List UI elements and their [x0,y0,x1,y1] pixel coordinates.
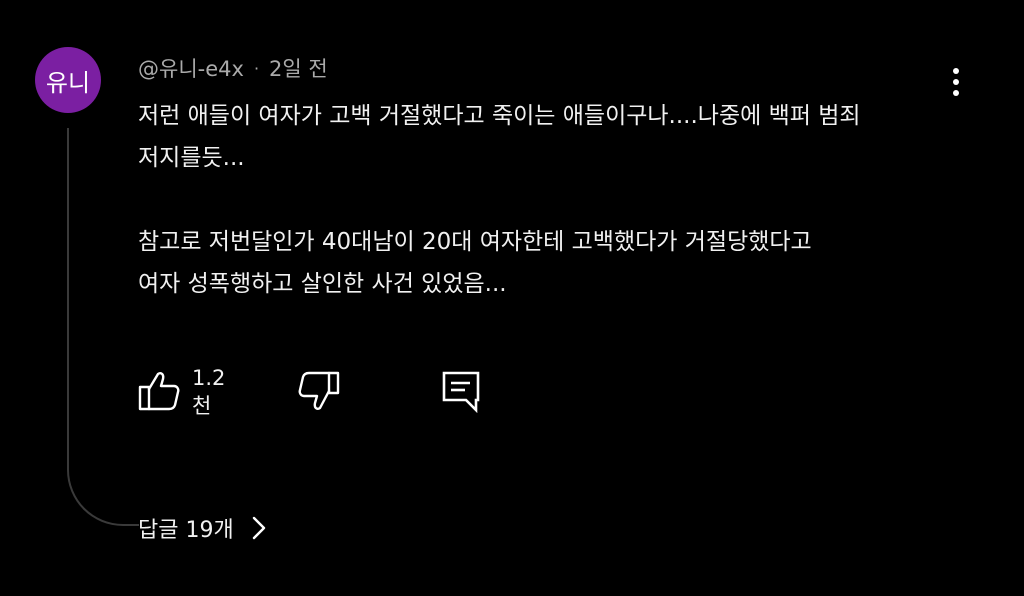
comment-line: 여자 성폭행하고 살인한 사건 있었음... [138,271,507,297]
thumbs-up-icon [138,370,180,416]
reply-button[interactable] [440,370,482,416]
replies-label: 답글 19개 [138,518,234,543]
view-replies-button[interactable]: 답글 19개 [138,507,268,549]
comment-line: 저런 애들이 여자가 고백 거절했다고 죽이는 애들이구나....나중에 백퍼 … [138,103,861,129]
comment-blank-line [138,179,958,221]
avatar[interactable]: 유니 [35,47,101,113]
comment-time[interactable]: 2일 전 [269,53,328,83]
comment-reply-icon [440,369,482,417]
avatar-text: 유니 [45,68,91,97]
comment-line: 저지를듯... [138,145,245,171]
like-button[interactable]: 1.2천 [138,366,225,418]
comment-line: 참고로 저번달인가 40대남이 20대 여자한테 고백했다가 거절당했다고 [138,229,812,255]
comment-thread: 유니 @유니-e4x · 2일 전 저런 애들이 여자가 고백 거절했다고 죽이… [0,0,1024,596]
dislike-button[interactable] [298,370,340,416]
meta-separator: · [253,58,260,78]
comment-meta: @유니-e4x · 2일 전 [138,53,328,83]
three-dots-vertical-icon [953,68,959,74]
author-handle[interactable]: @유니-e4x [138,53,244,83]
thread-connector-line [67,128,139,526]
chevron-right-icon [250,514,268,542]
thumbs-down-icon [298,370,340,416]
like-count: 1.2천 [192,366,226,418]
three-dots-vertical-icon [953,79,959,85]
comment-body: 저런 애들이 여자가 고백 거절했다고 죽이는 애들이구나....나중에 백퍼 … [138,95,958,305]
